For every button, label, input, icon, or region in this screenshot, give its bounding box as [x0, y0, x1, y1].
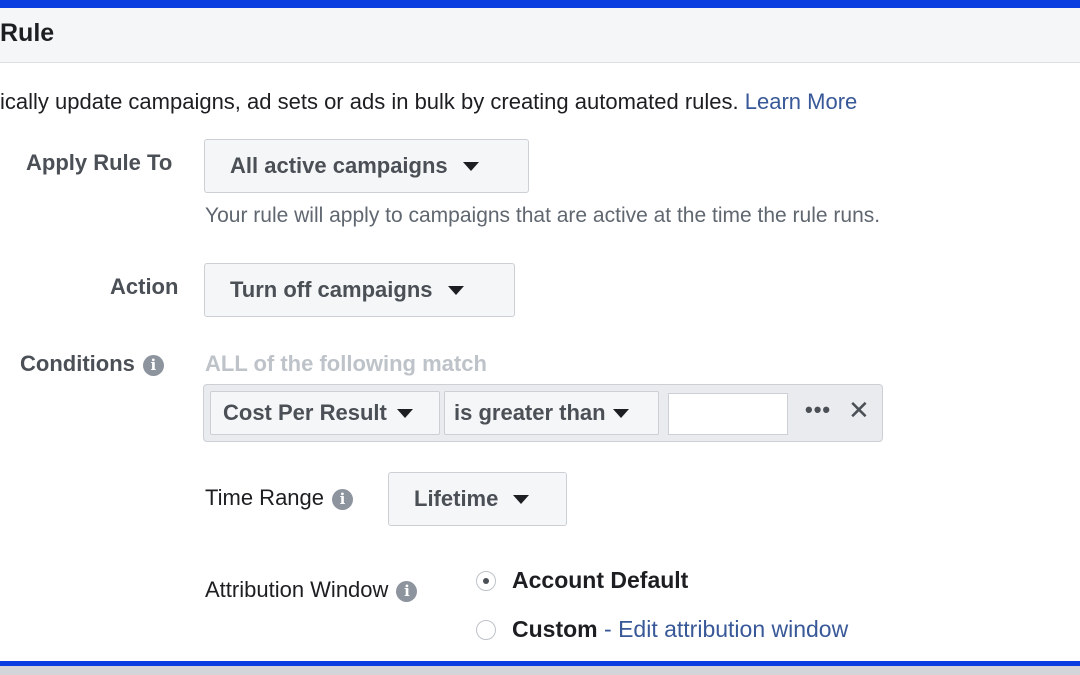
more-icon[interactable]: ••• — [805, 397, 831, 423]
info-icon[interactable]: i — [396, 580, 418, 602]
caret-down-icon — [612, 408, 629, 418]
time-range-dropdown[interactable]: Lifetime — [388, 472, 567, 526]
time-range-label: Time Range i — [205, 485, 354, 511]
dialog-header: Rule — [0, 8, 1080, 63]
condition-operator-dropdown[interactable]: is greater than — [444, 391, 659, 435]
caret-down-icon — [447, 285, 464, 295]
condition-metric-value: Cost Per Result — [223, 400, 387, 425]
conditions-label-text: Conditions — [20, 351, 135, 376]
info-icon[interactable]: i — [332, 488, 354, 510]
info-icon[interactable]: i — [142, 354, 164, 376]
apply-rule-label: Apply Rule To — [26, 150, 173, 175]
condition-row: Cost Per Result is greater than ••• ✕ — [203, 384, 883, 442]
dialog-title: Rule — [0, 19, 55, 47]
account-default-radio[interactable] — [476, 571, 496, 591]
condition-value-input[interactable] — [668, 393, 788, 435]
apply-rule-dropdown[interactable]: All active campaigns — [204, 139, 529, 193]
time-range-label-text: Time Range — [205, 485, 325, 510]
frame-top-border — [0, 0, 1080, 8]
custom-option: Custom - Edit attribution window — [512, 616, 848, 643]
attribution-label: Attribution Window i — [205, 577, 418, 603]
frame-bottom-shadow — [0, 666, 1080, 675]
action-dropdown[interactable]: Turn off campaigns — [204, 263, 515, 317]
action-value: Turn off campaigns — [230, 277, 433, 302]
condition-metric-dropdown[interactable]: Cost Per Result — [210, 391, 440, 435]
apply-rule-value: All active campaigns — [230, 153, 448, 178]
custom-label[interactable]: Custom — [512, 616, 598, 642]
condition-operator-value: is greater than — [454, 400, 606, 425]
custom-radio[interactable] — [476, 620, 496, 640]
apply-rule-hint: Your rule will apply to campaigns that a… — [205, 204, 881, 227]
action-label: Action — [110, 274, 179, 299]
caret-down-icon — [513, 494, 530, 504]
caret-down-icon — [396, 408, 413, 418]
caret-down-icon — [462, 161, 479, 171]
close-icon[interactable]: ✕ — [848, 395, 870, 426]
time-range-value: Lifetime — [414, 486, 499, 511]
custom-separator: - — [597, 616, 619, 642]
learn-more-link[interactable]: Learn More — [745, 89, 858, 114]
account-default-label[interactable]: Account Default — [512, 567, 688, 594]
attribution-label-text: Attribution Window — [205, 577, 389, 602]
conditions-match-text: ALL of the following match — [205, 351, 487, 376]
edit-attribution-window-link[interactable]: Edit attribution window — [618, 616, 848, 642]
intro-text: ically update campaigns, ad sets or ads … — [0, 89, 857, 115]
intro-description: ically update campaigns, ad sets or ads … — [0, 89, 745, 114]
conditions-label: Conditions i — [20, 351, 164, 377]
